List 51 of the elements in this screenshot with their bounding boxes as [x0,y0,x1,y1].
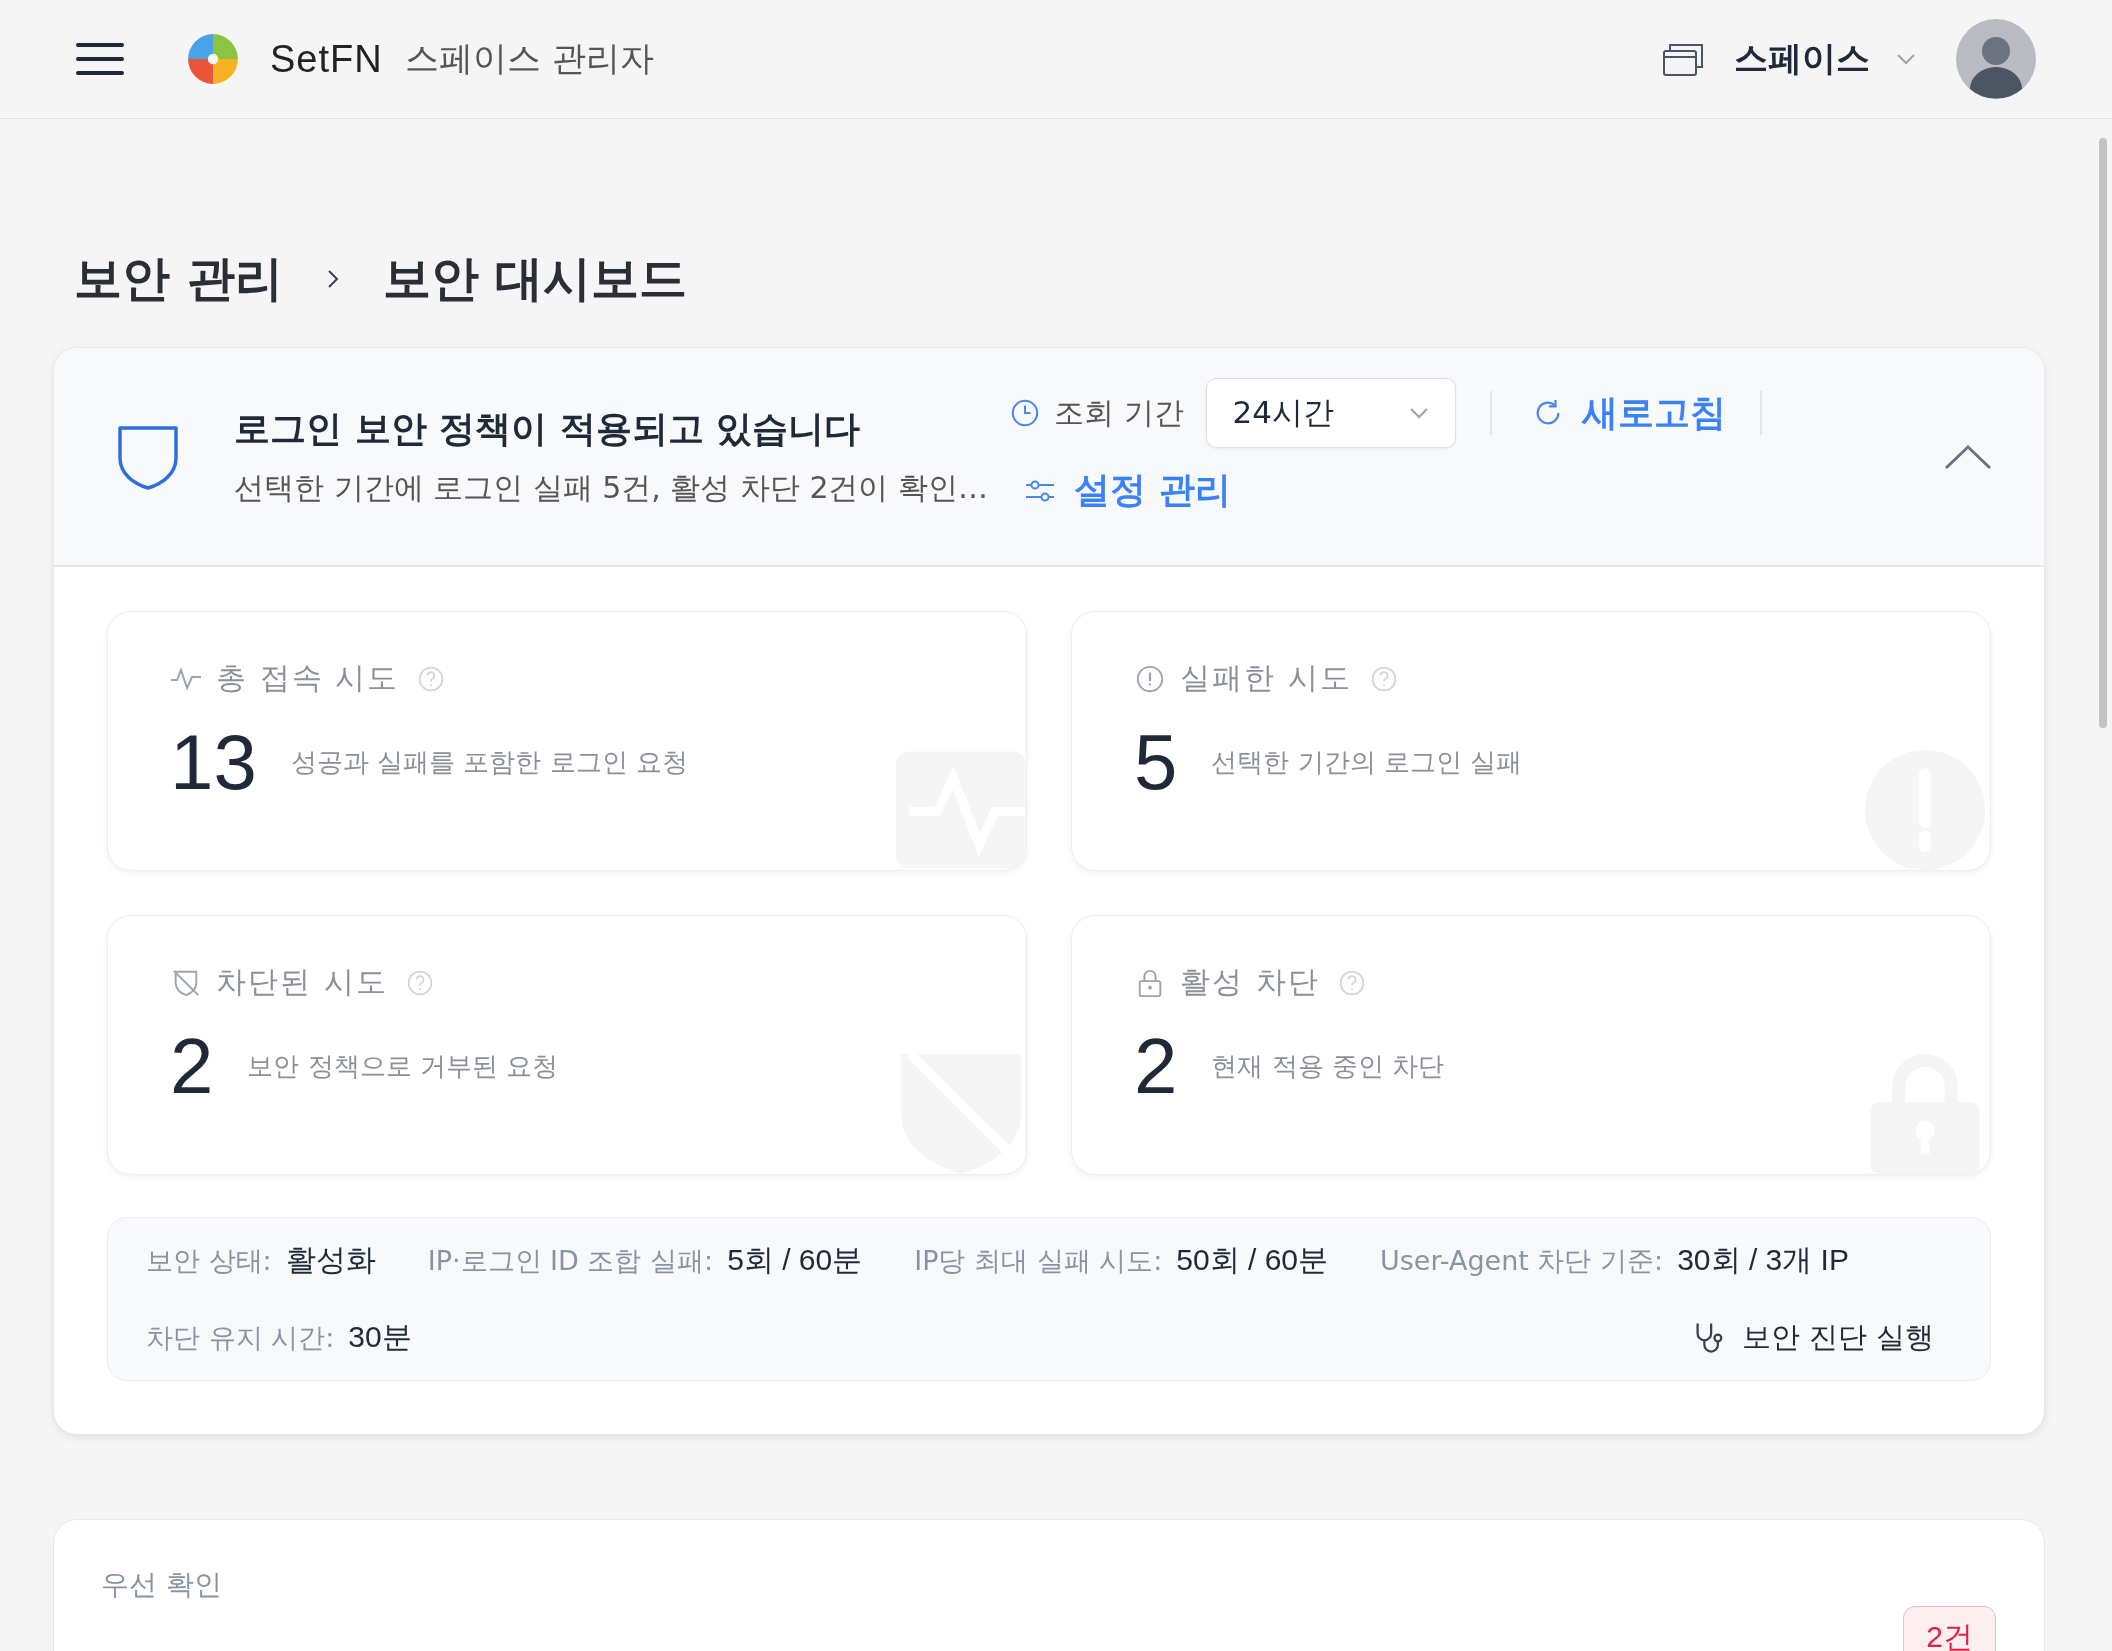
info-value: 5회 / 60분 [727,1242,863,1278]
info-value: 50회 / 60분 [1176,1242,1329,1278]
period-select[interactable]: 24시간 [1205,378,1456,448]
avatar-icon[interactable] [1956,19,2036,99]
priority-title: 우선 확인 [101,1567,222,1603]
breadcrumb-item[interactable]: 보안 관리 [74,247,283,311]
stat-title: 차단된 시도 [216,963,388,1001]
stat-value: 13 [170,717,257,808]
stat-value: 5 [1134,717,1178,808]
chevron-right-icon [326,269,339,289]
help-icon[interactable] [417,664,446,693]
stat-caption: 현재 적용 중인 차단 [1211,1050,1445,1083]
puzzle-logo-icon [186,32,240,86]
info-value: 활성화 [285,1242,376,1278]
info-label: 보안 상태: [146,1243,272,1278]
stat-caption: 성공과 실패를 포함한 로그인 요청 [290,746,688,779]
breadcrumb-item: 보안 대시보드 [382,249,688,308]
caret-icon [1408,407,1429,419]
help-icon[interactable] [1337,968,1366,997]
info-value: 30분 [348,1319,412,1355]
alert-icon [1134,663,1166,694]
shield-icon [116,423,180,490]
scrollbar-thumb[interactable] [2099,138,2107,728]
period-label: 조회 기간 [1054,393,1184,432]
stat-title: 활성 차단 [1180,963,1320,1001]
caret-icon [1896,53,1916,65]
space-selector[interactable]: 스페이스 [1734,36,1916,82]
stat-title: 실패한 시도 [1180,659,1352,697]
stat-value: 2 [1134,1021,1178,1112]
info-value: 30회 / 3개 IP [1677,1242,1849,1278]
count-badge: 2건 [1903,1606,1996,1651]
app-name: SetFN [270,37,383,81]
stat-value: 2 [170,1021,214,1112]
help-icon[interactable] [1369,664,1398,693]
stat-caption: 선택한 기간의 로그인 실패 [1211,746,1523,779]
diagnose-button[interactable]: 보안 진단 실행 [1691,1317,1934,1358]
help-icon[interactable] [405,968,434,997]
policy-summary: 선택한 기간에 로그인 실패 5건, 활성 차단 2건이 확인… [234,468,988,507]
clock-icon [1010,398,1040,428]
shield-off-icon [170,967,202,998]
info-label: 차단 유지 시간: [146,1320,335,1355]
stat-title: 총 접속 시도 [216,659,400,697]
menu-icon[interactable] [76,41,124,77]
stat-caption: 보안 정책으로 거부된 요청 [247,1050,559,1083]
windows-icon [1662,41,1706,77]
info-label: IP·로그인 ID 조합 실패: [427,1243,714,1278]
chevron-up-icon[interactable] [1944,443,1992,470]
info-label: User-Agent 차단 기준: [1380,1243,1664,1278]
policy-title: 로그인 보안 정책이 적용되고 있습니다 [234,406,862,451]
info-label: IP당 최대 실패 시도: [914,1243,1163,1278]
app-subtitle: 스페이스 관리자 [404,37,654,80]
